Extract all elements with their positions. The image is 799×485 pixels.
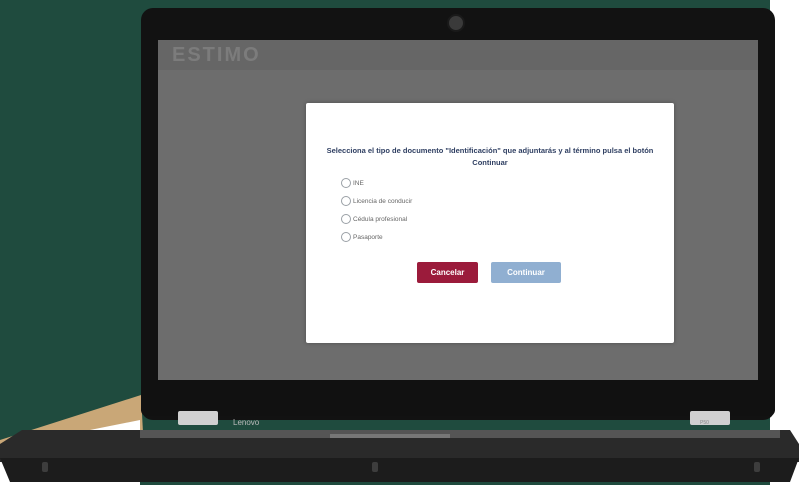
option-licencia-de-conducir[interactable]: Licencia de conducir [341, 195, 412, 207]
radio-button[interactable] [341, 178, 351, 188]
option-pasaporte[interactable]: Pasaporte [341, 231, 383, 243]
laptop-foot [754, 462, 760, 472]
document-type-dialog: Selecciona el tipo de documento "Identif… [306, 103, 674, 343]
option-label: Pasaporte [353, 233, 383, 241]
laptop-base-bottom [0, 458, 799, 482]
option-label: INE [353, 179, 364, 187]
laptop-base [0, 430, 799, 482]
app-header: ESTIMO [158, 40, 758, 70]
screen-bezel-bottom [141, 380, 775, 416]
continue-button[interactable]: Continuar [491, 262, 561, 283]
dialog-title: Selecciona el tipo de documento "Identif… [326, 146, 654, 167]
option-ine[interactable]: INE [341, 177, 364, 189]
radio-button[interactable] [341, 214, 351, 224]
laptop-foot [42, 462, 48, 472]
laptop-screen: ESTIMO Selecciona el tipo de documento "… [158, 40, 758, 380]
option-label: Licencia de conducir [353, 197, 413, 205]
keyboard-strip [140, 430, 780, 438]
option-label: Cédula profesional [353, 215, 408, 223]
option-cedula-profesional[interactable]: Cédula profesional [341, 213, 407, 225]
touchpad-edge [330, 434, 450, 438]
cancel-button[interactable]: Cancelar [417, 262, 478, 283]
radio-button[interactable] [341, 196, 351, 206]
webcam-icon [447, 14, 465, 32]
app-logo: ESTIMO [172, 44, 261, 66]
radio-button[interactable] [341, 232, 351, 242]
laptop-foot [372, 462, 378, 472]
